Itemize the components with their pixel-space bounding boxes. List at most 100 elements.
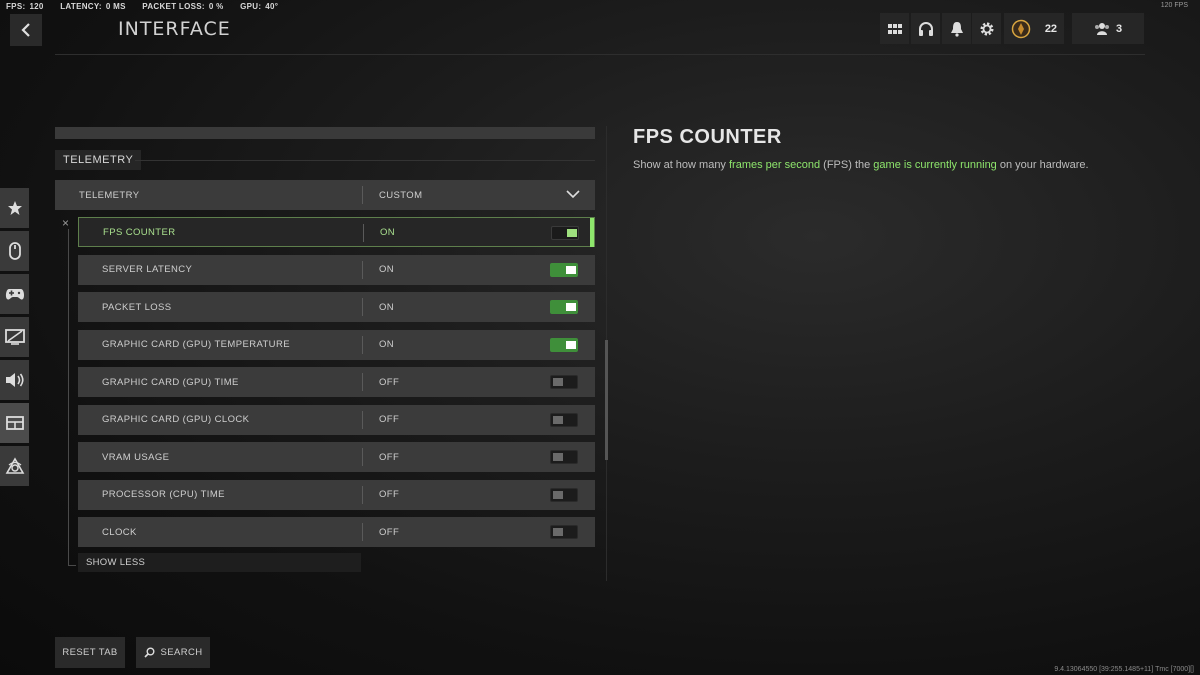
display-icon (4, 329, 25, 345)
setting-name: PROCESSOR (CPU) TIME (102, 489, 225, 500)
fps-label: FPS: (6, 2, 26, 11)
setting-row[interactable]: GRAPHIC CARD (GPU) CLOCK OFF (78, 404, 595, 435)
party-count: 3 (1115, 22, 1123, 35)
nav-audio[interactable] (0, 360, 29, 400)
toggle-switch[interactable] (550, 412, 578, 427)
player-rank[interactable]: 22 (1004, 13, 1064, 44)
setting-row[interactable]: CLOCK OFF (78, 517, 595, 547)
toggle-knob (566, 303, 576, 311)
setting-row[interactable]: GRAPHIC CARD (GPU) TIME OFF (78, 367, 595, 397)
setting-value: OFF (379, 489, 400, 500)
row-separator (362, 335, 363, 354)
headset-icon (918, 21, 933, 36)
row-separator (362, 485, 363, 504)
nav-controller[interactable] (0, 274, 29, 314)
toggle-knob (553, 453, 563, 461)
setting-row[interactable]: FPS COUNTER ON (78, 217, 595, 247)
selection-indicator (590, 218, 594, 247)
nav-mouse[interactable] (0, 231, 29, 271)
tree-connector (68, 229, 69, 565)
gpu-label: GPU: (240, 2, 262, 11)
setting-name: GRAPHIC CARD (GPU) CLOCK (102, 414, 250, 425)
chevron-left-icon (21, 23, 30, 37)
setting-row[interactable]: GRAPHIC CARD (GPU) TEMPERATURE ON (78, 329, 595, 360)
nav-favorites[interactable] (0, 188, 29, 228)
description-highlight: frames per second (729, 159, 821, 171)
description-segment: Show at how many (633, 159, 729, 171)
row-separator (362, 523, 363, 541)
back-button[interactable] (10, 14, 42, 46)
description-text: Show at how many frames per second (FPS)… (633, 158, 1153, 173)
party-button[interactable]: 3 (1072, 13, 1144, 44)
headset-button[interactable] (911, 13, 940, 44)
fps-counter-right: 120 FPS (1160, 2, 1188, 9)
setting-name: SERVER LATENCY (102, 264, 193, 275)
toggle-switch[interactable] (550, 375, 578, 389)
grid-button[interactable] (880, 13, 909, 44)
toggle-knob (567, 229, 577, 237)
setting-value: ON (380, 226, 396, 238)
nav-interface[interactable] (0, 403, 29, 443)
toggle-knob (553, 490, 563, 499)
toggle-switch[interactable] (550, 300, 578, 314)
gpu-value: 40° (265, 2, 279, 11)
row-separator (362, 298, 363, 316)
settings-button[interactable] (972, 13, 1001, 44)
setting-row[interactable]: PACKET LOSS ON (78, 292, 595, 322)
controller-icon (5, 289, 24, 300)
network-icon (5, 457, 24, 474)
tree-connector-end (68, 565, 76, 566)
row-separator (363, 224, 364, 242)
chevron-down-icon (566, 190, 580, 199)
section-header: TELEMETRY (55, 150, 142, 170)
setting-row[interactable]: SERVER LATENCY ON (78, 254, 595, 285)
scrollbar-thumb[interactable] (605, 340, 608, 460)
description-highlight: game is currently running (873, 159, 997, 171)
latency-value: 0 MS (105, 2, 126, 11)
setting-row[interactable]: VRAM USAGE OFF (78, 442, 595, 472)
row-separator (362, 410, 363, 429)
header-divider (55, 54, 1145, 55)
telemetry-overlay: FPS: 120 LATENCY: 0 MS PACKET LOSS: 0 % GPU… (6, 2, 292, 11)
telemetry-preset-dropdown[interactable]: TELEMETRY CUSTOM (55, 180, 595, 210)
toggle-switch[interactable] (550, 487, 578, 502)
latency-label: LATENCY: (60, 2, 102, 11)
toggle-switch[interactable] (550, 262, 578, 277)
collapse-close-icon[interactable]: × (62, 216, 69, 230)
search-button[interactable]: SEARCH (136, 637, 210, 668)
setting-value: ON (379, 301, 395, 313)
interface-icon (5, 416, 24, 430)
toggle-switch[interactable] (550, 525, 578, 539)
nav-account-network[interactable] (0, 446, 29, 486)
setting-row[interactable]: PROCESSOR (CPU) TIME OFF (78, 479, 595, 510)
toggle-knob (553, 415, 563, 424)
toggle-switch[interactable] (550, 337, 578, 352)
setting-value: ON (379, 339, 395, 350)
toggle-switch[interactable] (550, 450, 578, 464)
toggle-knob (566, 265, 576, 274)
notifications-button[interactable] (942, 13, 971, 44)
section-divider (135, 160, 595, 161)
build-info: 9.4.13064550 [39:255.1485+11] Tmc [7000]… (1054, 666, 1194, 673)
setting-name: GRAPHIC CARD (GPU) TEMPERATURE (102, 339, 290, 350)
group-value: CUSTOM (379, 189, 423, 201)
row-separator (362, 373, 363, 391)
mouse-icon (8, 242, 21, 260)
show-less-button[interactable]: SHOW LESS (78, 553, 361, 572)
page-title: INTERFACE (118, 18, 231, 40)
description-title: FPS COUNTER (633, 126, 782, 148)
toggle-knob (553, 378, 563, 386)
row-separator (362, 260, 363, 279)
toggle-switch[interactable] (551, 226, 579, 240)
reset-tab-button[interactable]: RESET TAB (55, 637, 125, 668)
setting-value: OFF (379, 376, 400, 388)
star-icon (7, 201, 22, 215)
setting-name: VRAM USAGE (102, 451, 170, 463)
fps-value: 120 (29, 2, 44, 11)
search-label: SEARCH (160, 647, 203, 658)
description-segment: on your hardware. (996, 159, 1089, 171)
group-name: TELEMETRY (79, 189, 140, 201)
party-icon (1094, 22, 1109, 35)
nav-graphics[interactable] (0, 317, 29, 357)
setting-name: FPS COUNTER (103, 226, 176, 238)
